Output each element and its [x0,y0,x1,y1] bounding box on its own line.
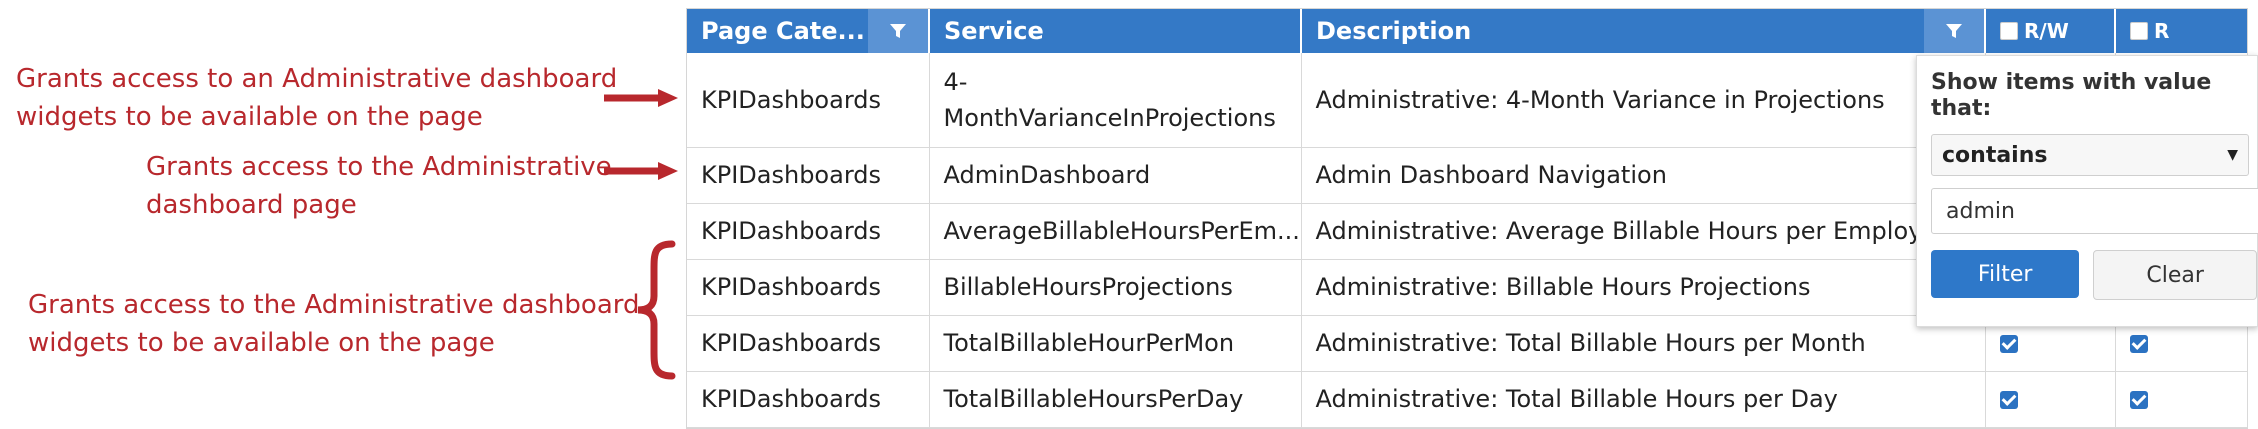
cell-category: KPIDashboards [687,371,930,428]
cell-category: KPIDashboards [687,259,930,316]
cell-description: Administrative: Total Billable Hours per… [1301,315,1986,372]
cell-category: KPIDashboards [687,203,930,260]
cell-service: TotalBillableHourPerMon [929,315,1302,372]
filter-button[interactable]: Filter [1931,250,2080,298]
column-header-service[interactable]: Service [929,9,1302,53]
cell-category: KPIDashboards [687,315,930,372]
header-row: Page Cate... Service Description R/W R [687,9,2247,53]
brace-icon [637,240,676,380]
filter-operator-value: contains [1942,142,2048,168]
annotation-1: Grants access to an Administrative dashb… [16,60,617,136]
cell-category: KPIDashboards [687,147,930,204]
cell-description: Administrative: 4-Month Variance in Proj… [1301,53,1986,148]
arrow-icon [604,89,678,107]
filter-popup: Show items with value that: contains ▼ F… [1916,55,2258,327]
column-header-page-category[interactable]: Page Cate... [687,9,930,53]
rw-checkbox-checked[interactable] [1999,335,2018,353]
annotation-3: Grants access to the Administrative dash… [28,286,639,362]
arrow-icon [604,162,678,180]
filter-button-page-category[interactable] [868,9,927,53]
annotation-2-line2: dashboard page [146,190,357,220]
annotation-3-line1: Grants access to the Administrative dash… [28,290,640,320]
header-label: R [2154,19,2170,43]
table-row[interactable]: KPIDashboards TotalBillableHoursPerDay A… [687,371,2248,428]
caret-down-icon: ▼ [2227,147,2238,163]
cell-service: BillableHoursProjections [929,259,1302,316]
cell-description: Administrative: Total Billable Hours per… [1301,371,1986,428]
r-checkbox-checked[interactable] [2129,335,2148,353]
cell-category: KPIDashboards [687,53,930,148]
select-all-r-checkbox[interactable] [2130,22,2148,40]
rw-checkbox-checked[interactable] [1999,391,2018,409]
annotation-3-line2: widgets to be available on the page [28,328,495,358]
r-checkbox-checked[interactable] [2129,391,2148,409]
select-all-rw-checkbox[interactable] [2000,22,2018,40]
column-header-rw[interactable]: R/W [1985,9,2116,53]
filter-popup-title: Show items with value that: [1931,70,2212,121]
header-label: Page Cate... [701,17,865,45]
cell-rw[interactable] [1985,371,2116,428]
filter-icon [890,24,906,38]
annotation-1-line1: Grants access to an Administrative dashb… [16,64,618,94]
column-header-description[interactable]: Description [1301,9,1986,53]
column-header-r[interactable]: R [2115,9,2247,53]
annotation-1-line2: widgets to be available on the page [16,102,483,132]
cell-description: Admin Dashboard Navigation [1301,147,1986,204]
filter-button-description[interactable] [1924,9,1983,53]
cell-r[interactable] [2115,371,2248,428]
cell-description: Administrative: Average Billable Hours p… [1301,203,1986,260]
cell-service: TotalBillableHoursPerDay [929,371,1302,428]
filter-icon [1946,24,1962,38]
header-label: Description [1316,17,1472,45]
cell-service-text: 4-MonthVarianceInProjections [943,67,1276,132]
cell-description: Administrative: Billable Hours Projectio… [1301,259,1986,316]
filter-operator-select[interactable]: contains ▼ [1931,134,2249,176]
header-label: R/W [2024,19,2069,43]
annotation-2: Grants access to the Administrative dash… [146,148,612,224]
clear-button[interactable]: Clear [2093,250,2257,300]
annotation-2-line1: Grants access to the Administrative [146,152,612,182]
cell-service: AdminDashboard [929,147,1302,204]
filter-value-input[interactable] [1931,188,2258,234]
cell-service: AverageBillableHoursPerEm... [929,203,1302,260]
cell-service: 4-MonthVarianceInProjections [929,53,1302,148]
header-label: Service [944,17,1044,45]
